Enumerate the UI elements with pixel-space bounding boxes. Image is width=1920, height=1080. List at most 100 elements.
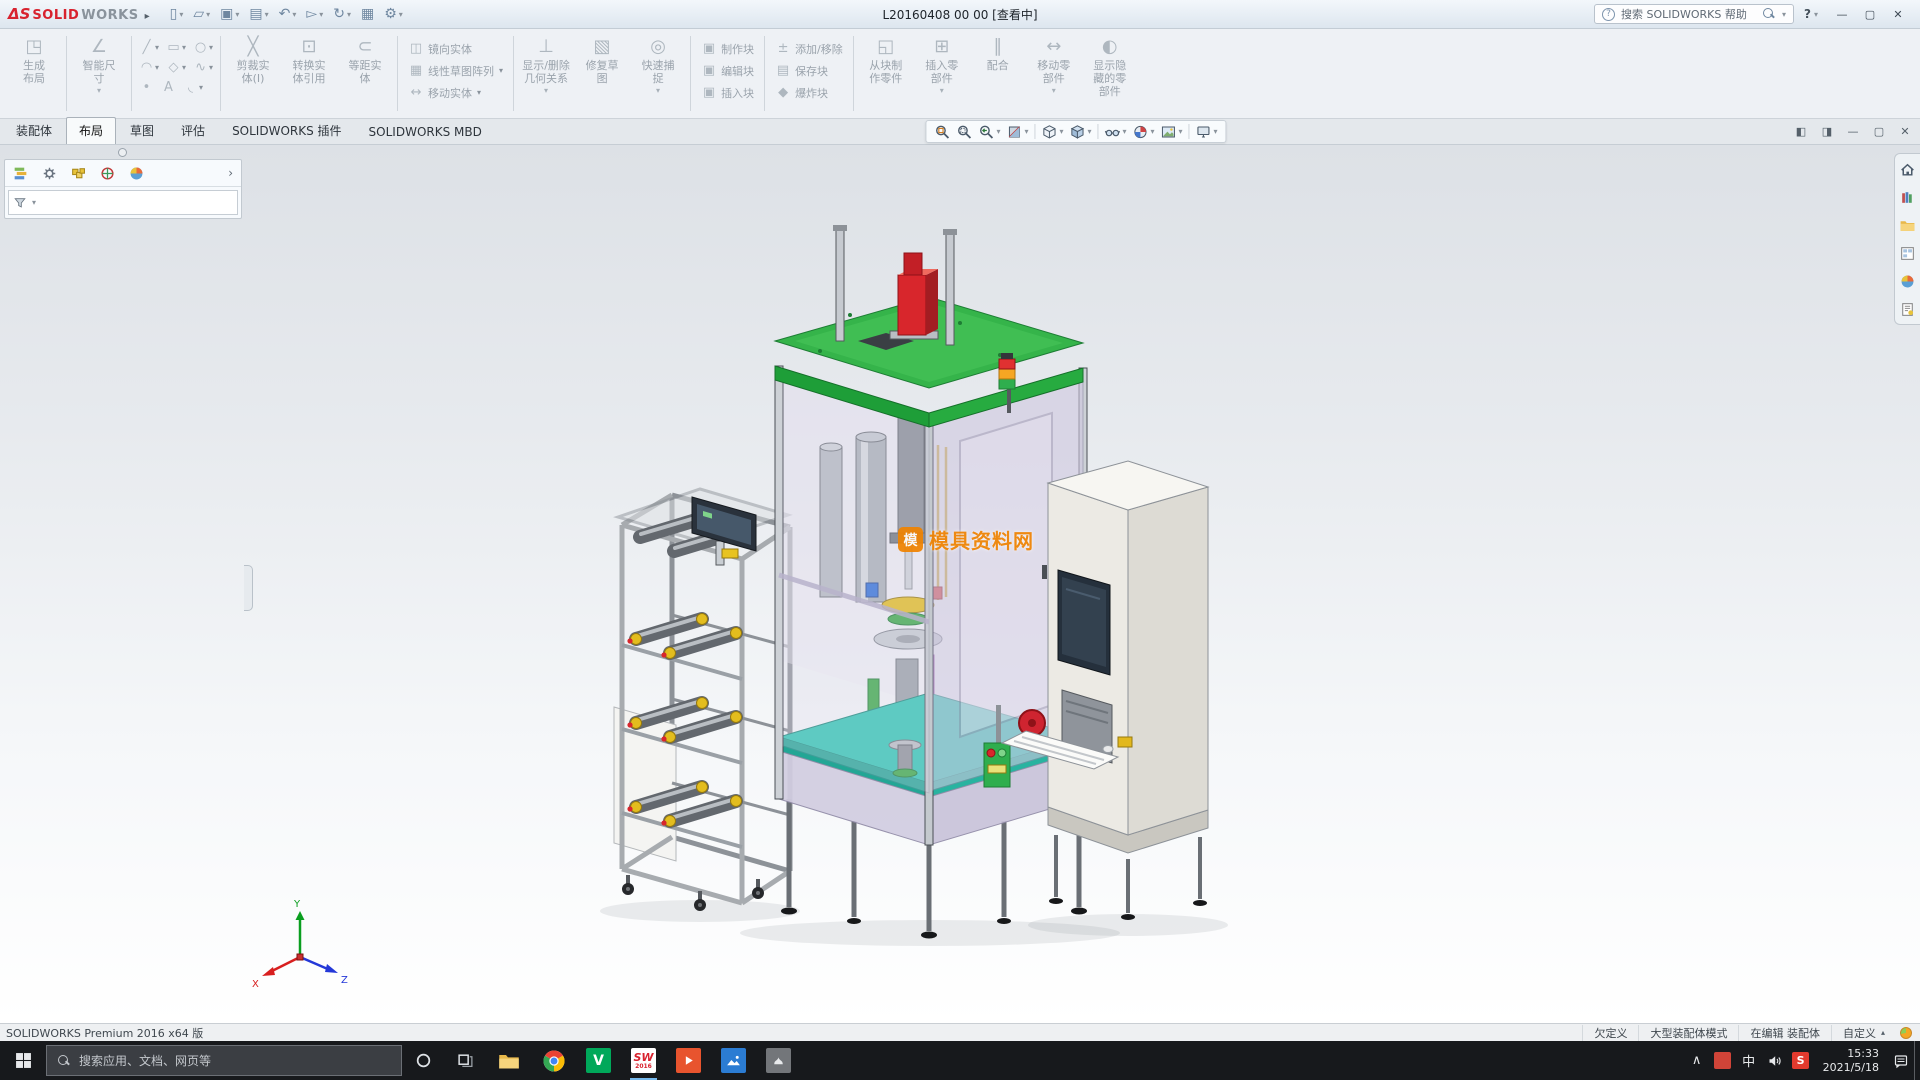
resource-monitor-icon[interactable]: [1900, 1027, 1912, 1039]
featuremanager-expand-arrow[interactable]: ›: [225, 166, 236, 180]
quick-snaps-button[interactable]: ◎快速捕捉▾: [631, 31, 685, 116]
task-view-button[interactable]: [444, 1041, 486, 1080]
action-center-button[interactable]: [1888, 1041, 1914, 1080]
taskpane-tab-solidworks-resources[interactable]: [1898, 159, 1918, 179]
machine-door[interactable]: [960, 413, 1052, 737]
sketch-circle-button[interactable]: ○▾: [191, 39, 215, 56]
insert-components-button[interactable]: ⊞插入零部件▾: [915, 31, 969, 116]
sketch-rectangle-button[interactable]: ▭▾: [164, 39, 188, 56]
tab-assembly[interactable]: 装配体: [3, 117, 65, 144]
cortana-button[interactable]: [402, 1041, 444, 1080]
taskpane-tab-design-library[interactable]: [1898, 187, 1918, 207]
close-button[interactable]: ✕: [1884, 3, 1912, 25]
tab-dimxpertmanager[interactable]: [97, 163, 117, 183]
sketch-line-button[interactable]: ╱▾: [137, 39, 161, 56]
start-button[interactable]: [0, 1041, 46, 1080]
sketch-arc-button[interactable]: ◠▾: [137, 59, 161, 76]
help-button[interactable]: ? ▾: [1800, 7, 1822, 21]
tab-propertymanager[interactable]: [39, 163, 59, 183]
edit-block-button[interactable]: ▣编辑块: [696, 61, 759, 80]
tab-evaluate[interactable]: 评估: [168, 117, 218, 144]
roller-rack[interactable]: [614, 489, 790, 911]
minimize-button[interactable]: —: [1828, 3, 1856, 25]
file-properties-button[interactable]: ▦: [357, 5, 378, 23]
taskbar-app-solidworks-2016[interactable]: SW2016: [621, 1041, 666, 1080]
graphics-area[interactable]: X Y Z: [0, 145, 1920, 1023]
tab-solidworks-addins[interactable]: SOLIDWORKS 插件: [219, 117, 354, 144]
linear-sketch-pattern-button[interactable]: ▦线性草图阵列▾: [403, 61, 508, 80]
tab-featuremanager-tree[interactable]: [10, 163, 30, 183]
taskpane-tab-appearances-scenes[interactable]: [1898, 271, 1918, 291]
pane-left-button[interactable]: ◧: [1789, 122, 1813, 140]
minimize-document-button[interactable]: —: [1841, 122, 1865, 140]
view-orientation-button[interactable]: ▾: [1038, 123, 1066, 141]
view-settings-button[interactable]: ▾: [1193, 123, 1221, 141]
zoom-to-area-button[interactable]: [953, 123, 975, 141]
move-entities-button[interactable]: ↔移动实体▾: [403, 83, 508, 102]
taskbar-clock[interactable]: 15:33 2021/5/18: [1814, 1047, 1888, 1075]
restore-document-button[interactable]: ▢: [1867, 122, 1891, 140]
section-view-button[interactable]: ▾: [1003, 123, 1031, 141]
tab-solidworks-mbd[interactable]: SOLIDWORKS MBD: [356, 120, 495, 144]
rebuild-button[interactable]: ↻▾: [329, 5, 355, 23]
sketch-text-button[interactable]: A: [159, 79, 178, 96]
add-remove-entities-button[interactable]: ±添加/移除: [770, 39, 848, 58]
sketch-point-button[interactable]: •: [137, 79, 156, 96]
select-button[interactable]: ▻▾: [302, 5, 327, 23]
sketch-fillet-button[interactable]: ◟▾: [181, 79, 205, 96]
help-search-box[interactable]: ? 搜索 SOLIDWORKS 帮助 ▾: [1594, 4, 1794, 24]
convert-entities-button[interactable]: ⊡转换实体引用: [282, 31, 336, 116]
filter-dropdown-icon[interactable]: ▾: [32, 198, 36, 207]
options-button[interactable]: ⚙▾: [380, 5, 407, 23]
statusbar-custom-button[interactable]: 自定义 ▴: [1831, 1025, 1896, 1041]
pane-right-button[interactable]: ◨: [1815, 122, 1839, 140]
apply-scene-button[interactable]: ▾: [1158, 123, 1186, 141]
hide-show-items-button[interactable]: ▾: [1102, 123, 1130, 141]
show-desktop-button[interactable]: [1914, 1041, 1920, 1080]
display-delete-relations-button[interactable]: ⊥显示/删除几何关系▾: [519, 31, 573, 116]
smart-dimension-button[interactable]: ∠智能尺寸▾: [72, 31, 126, 116]
new-document-button[interactable]: ▯▾: [166, 5, 188, 23]
repair-sketch-button[interactable]: ▧修复草图: [575, 31, 629, 116]
print-document-button[interactable]: ▤▾: [245, 5, 272, 23]
sketch-polygon-button[interactable]: ◇▾: [164, 59, 188, 76]
show-hidden-components-button[interactable]: ◐显示隐藏的零部件: [1083, 31, 1137, 116]
featuremanager-filter[interactable]: ▾: [8, 190, 238, 215]
tab-layout[interactable]: 布局: [66, 117, 116, 144]
create-layout-button[interactable]: ◳生成布局: [7, 31, 61, 116]
taskbar-app-v-app[interactable]: V: [576, 1041, 621, 1080]
tray-sogou-input[interactable]: S: [1788, 1041, 1814, 1080]
taskbar-app-file-explorer[interactable]: [486, 1041, 531, 1080]
taskbar-app-viewer-app[interactable]: [756, 1041, 801, 1080]
maximize-button[interactable]: ▢: [1856, 3, 1884, 25]
tray-ime-chinese[interactable]: 中: [1736, 1041, 1762, 1080]
mirror-entities-button[interactable]: ◫镜向实体: [403, 39, 508, 58]
tray-volume[interactable]: [1762, 1041, 1788, 1080]
make-part-from-block-button[interactable]: ◱从块制作零件: [859, 31, 913, 116]
machine-assembly[interactable]: [775, 225, 1087, 939]
taskbar-app-chrome[interactable]: [531, 1041, 576, 1080]
open-document-button[interactable]: ▱▾: [189, 5, 214, 23]
cabinet-monitor[interactable]: [1058, 570, 1110, 675]
panel-splitter-handle[interactable]: [244, 565, 253, 611]
save-block-button[interactable]: ▤保存块: [770, 61, 848, 80]
tab-displaymanager[interactable]: [126, 163, 146, 183]
tab-configurationmanager[interactable]: [68, 163, 88, 183]
display-style-button[interactable]: ▾: [1066, 123, 1094, 141]
mate-button[interactable]: ∥配合: [971, 31, 1025, 116]
hidden-icons-button[interactable]: ∧: [1684, 1041, 1710, 1080]
previous-view-button[interactable]: ▾: [975, 123, 1003, 141]
close-document-button[interactable]: ✕: [1893, 122, 1917, 140]
taskpane-tab-view-palette[interactable]: [1898, 243, 1918, 263]
undo-button[interactable]: ↶▾: [275, 5, 301, 23]
trim-entities-button[interactable]: ╳剪裁实体(I): [226, 31, 280, 116]
sketch-spline-button[interactable]: ∿▾: [191, 59, 215, 76]
explode-block-button[interactable]: ◆爆炸块: [770, 83, 848, 102]
save-document-button[interactable]: ▣▾: [216, 5, 243, 23]
tray-tray-app-red[interactable]: [1710, 1041, 1736, 1080]
featuremanager-rollback-handle[interactable]: [118, 148, 127, 157]
taskpane-tab-file-explorer[interactable]: [1898, 215, 1918, 235]
tab-sketch[interactable]: 草图: [117, 117, 167, 144]
edit-appearance-button[interactable]: ▾: [1130, 123, 1158, 141]
taskpane-tab-custom-properties[interactable]: [1898, 299, 1918, 319]
